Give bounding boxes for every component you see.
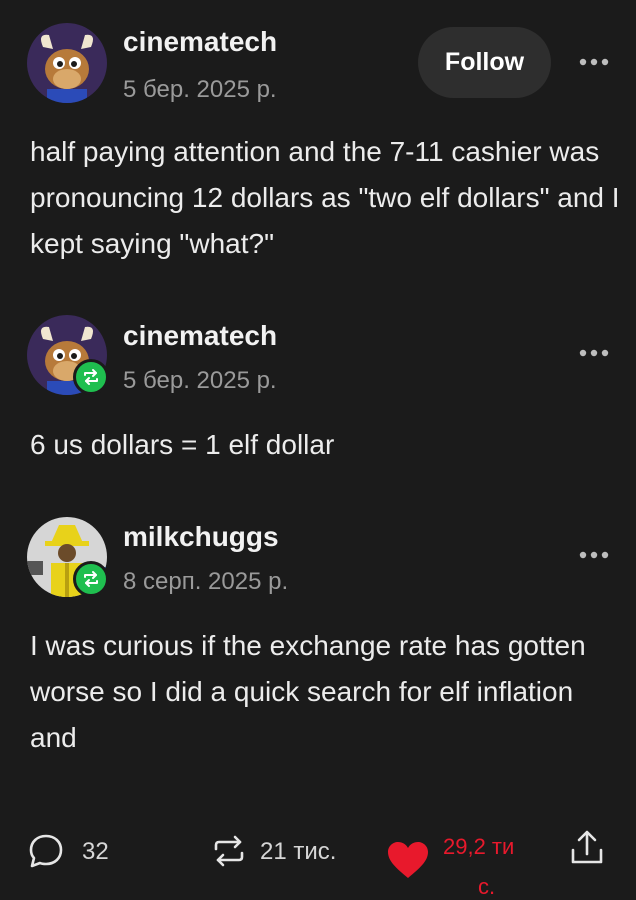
reblog-icon <box>73 359 109 395</box>
reblog-icon <box>214 835 244 867</box>
username[interactable]: milkchuggs <box>123 521 279 553</box>
like-count-wrap: с. <box>478 874 496 899</box>
more-icon[interactable] <box>574 343 614 363</box>
share-icon <box>571 830 603 864</box>
avatar[interactable] <box>27 23 107 103</box>
more-icon[interactable] <box>574 52 614 72</box>
share-button[interactable] <box>565 826 609 870</box>
heart-icon <box>388 842 428 878</box>
username[interactable]: cinematech <box>123 320 277 352</box>
reply-button[interactable]: 32 <box>27 828 127 872</box>
follow-button[interactable]: Follow <box>418 27 551 98</box>
like-count: 29,2 ти <box>443 834 515 859</box>
post-date: 5 бер. 2025 р. <box>123 367 277 394</box>
like-button[interactable]: 29,2 ти с. <box>386 826 536 899</box>
post-body: I was curious if the exchange rate has g… <box>30 630 586 753</box>
post-date: 8 серп. 2025 р. <box>123 568 289 595</box>
post-date: 5 бер. 2025 р. <box>123 76 277 103</box>
reply-icon <box>29 834 63 868</box>
post-body: 6 us dollars = 1 elf dollar <box>30 429 335 460</box>
reply-count: 32 <box>82 838 109 865</box>
reblog-count: 21 тис. <box>260 838 337 865</box>
post-body: half paying attention and the 7-11 cashi… <box>30 136 620 259</box>
username[interactable]: cinematech <box>123 26 277 58</box>
more-icon[interactable] <box>574 545 614 565</box>
reblog-icon <box>73 561 109 597</box>
reblog-button[interactable]: 21 тис. <box>210 828 360 872</box>
